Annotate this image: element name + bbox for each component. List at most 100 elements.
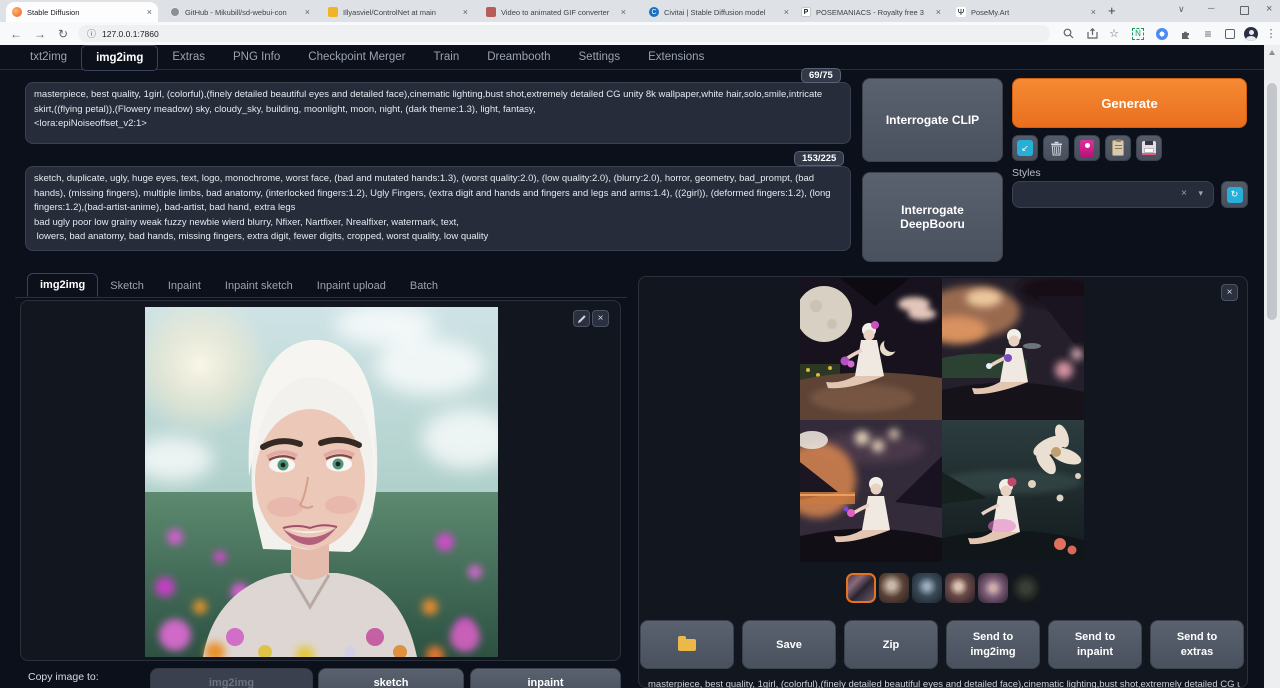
scrollbar-up-arrow[interactable] <box>1269 50 1275 55</box>
reading-list-icon[interactable]: ≡ <box>1200 22 1216 45</box>
extension-blue-icon[interactable] <box>1154 22 1170 45</box>
profile-avatar[interactable] <box>1242 22 1260 45</box>
window-maximize-button[interactable] <box>1240 6 1249 15</box>
tab-txt2img[interactable]: txt2img <box>16 45 81 70</box>
tab-png-info[interactable]: PNG Info <box>219 45 294 70</box>
tab-img2img[interactable]: img2img <box>81 45 158 71</box>
mode-tab-inpaint-sketch[interactable]: Inpaint sketch <box>213 275 305 297</box>
tab-title: GitHub - Mikubill/sd-webui-con <box>185 8 300 17</box>
source-image[interactable] <box>145 307 498 657</box>
tab-search-icon[interactable]: ∨ <box>1178 4 1185 15</box>
mode-tab-img2img[interactable]: img2img <box>27 273 98 297</box>
browser-tab-posemaniacs[interactable]: P POSEMANIACS - Royalty free 3 × <box>795 2 947 22</box>
paste-params-button[interactable]: ↙ <box>1012 135 1038 161</box>
pencil-icon <box>577 314 587 324</box>
save-style-button[interactable] <box>1136 135 1162 161</box>
remove-image-button[interactable]: × <box>592 310 609 327</box>
forward-icon[interactable]: → <box>32 22 48 45</box>
gallery-thumbnail-2[interactable] <box>879 573 909 603</box>
tab-close-icon[interactable]: × <box>305 7 310 17</box>
folder-icon <box>678 639 696 651</box>
gallery-thumbnail-6[interactable] <box>1011 573 1041 603</box>
tab-title: Illyasviel/ControlNet at main <box>343 8 458 17</box>
send-to-extras-button[interactable]: Send to extras <box>1150 620 1244 669</box>
edit-image-button[interactable] <box>573 310 590 327</box>
reload-icon[interactable]: ↻ <box>55 22 71 45</box>
browser-tab-gif-converter[interactable]: Video to animated GIF converter × <box>480 2 632 22</box>
tab-settings[interactable]: Settings <box>565 45 635 70</box>
refresh-styles-button[interactable]: ↻ <box>1221 181 1248 208</box>
zoom-icon[interactable] <box>1060 22 1076 45</box>
address-bar[interactable]: ⓘ 127.0.0.1:7860 <box>78 25 1050 42</box>
mode-tab-inpaint[interactable]: Inpaint <box>156 275 213 297</box>
gallery-image-3[interactable] <box>800 420 942 562</box>
window-minimize-button[interactable]: ─ <box>1208 3 1214 13</box>
clear-styles-icon[interactable]: × <box>1181 188 1187 199</box>
tab-close-icon[interactable]: × <box>463 7 468 17</box>
interrogate-deepbooru-button[interactable]: Interrogate DeepBooru <box>862 172 1003 262</box>
save-button[interactable]: Save <box>742 620 836 669</box>
gallery-image-4[interactable] <box>942 420 1084 562</box>
tab-close-icon[interactable]: × <box>936 7 941 17</box>
browser-tab-controlnet[interactable]: Illyasviel/ControlNet at main × <box>322 2 474 22</box>
negative-prompt-input[interactable]: sketch, duplicate, ugly, huge eyes, text… <box>25 166 851 251</box>
tab-checkpoint-merger[interactable]: Checkpoint Merger <box>294 45 419 70</box>
clear-prompt-button[interactable] <box>1043 135 1069 161</box>
browser-tab-stable-diffusion[interactable]: Stable Diffusion × <box>6 2 158 22</box>
tab-close-icon[interactable]: × <box>784 7 789 17</box>
zip-button[interactable]: Zip <box>844 620 938 669</box>
mode-tab-batch[interactable]: Batch <box>398 275 450 297</box>
copy-to-inpaint-button[interactable]: inpaint <box>470 668 621 688</box>
tab-close-icon[interactable]: × <box>621 7 626 17</box>
tab-extras[interactable]: Extras <box>158 45 219 70</box>
tab-train[interactable]: Train <box>419 45 473 70</box>
page-scrollbar-thumb[interactable] <box>1267 83 1277 320</box>
dropdown-caret-icon[interactable]: ▾ <box>1198 188 1203 199</box>
screen: Stable Diffusion × GitHub - Mikubill/sd-… <box>0 0 1280 688</box>
copy-to-img2img-button: img2img <box>150 668 313 688</box>
gallery-thumbnail-1-selected[interactable] <box>846 573 876 603</box>
extra-networks-card-icon <box>1080 140 1094 157</box>
site-info-icon[interactable]: ⓘ <box>87 27 96 40</box>
gallery-thumbnail-5[interactable] <box>978 573 1008 603</box>
share-icon[interactable] <box>1084 22 1100 45</box>
copy-to-sketch-button[interactable]: sketch <box>318 668 464 688</box>
open-folder-button[interactable] <box>640 620 734 669</box>
tab-extensions[interactable]: Extensions <box>634 45 718 70</box>
stable-diffusion-favicon <box>12 7 22 17</box>
window-close-button[interactable]: × <box>1266 3 1272 15</box>
tab-close-icon[interactable]: × <box>1091 7 1096 17</box>
gallery-image-1[interactable] <box>800 278 942 420</box>
interrogate-clip-button[interactable]: Interrogate CLIP <box>862 78 1003 162</box>
controlnet-favicon <box>328 7 338 17</box>
gallery-thumbnail-3[interactable] <box>912 573 942 603</box>
browser-tab-civitai[interactable]: C Civitai | Stable Diffusion model × <box>643 2 795 22</box>
sidebar-icon[interactable] <box>1222 22 1238 45</box>
mode-tab-inpaint-upload[interactable]: Inpaint upload <box>305 275 398 297</box>
extra-networks-button[interactable] <box>1074 135 1100 161</box>
mode-tab-sketch[interactable]: Sketch <box>98 275 156 297</box>
prompt-input[interactable]: masterpiece, best quality, 1girl, (color… <box>25 82 851 144</box>
styles-dropdown[interactable]: × ▾ <box>1012 181 1214 208</box>
gallery-thumbnail-4[interactable] <box>945 573 975 603</box>
floppy-disk-icon <box>1142 141 1156 155</box>
browser-tab-github[interactable]: GitHub - Mikubill/sd-webui-con × <box>164 2 316 22</box>
tab-close-icon[interactable]: × <box>147 7 152 17</box>
send-to-img2img-button[interactable]: Send to img2img <box>946 620 1040 669</box>
browser-menu-icon[interactable]: ⋮ <box>1264 22 1278 45</box>
bookmark-star-icon[interactable]: ☆ <box>1106 22 1122 45</box>
extensions-puzzle-icon[interactable] <box>1178 22 1194 45</box>
browser-tab-posemyart[interactable]: Ψ PoseMy.Art × <box>950 2 1102 22</box>
posemaniacs-favicon: P <box>801 7 811 17</box>
extension-n-icon[interactable]: N <box>1130 22 1146 45</box>
browser-toolbar: ← → ↻ ⓘ 127.0.0.1:7860 ☆ N ≡ <box>0 22 1280 45</box>
gallery-image-2[interactable] <box>942 278 1084 420</box>
apply-styles-button[interactable] <box>1105 135 1131 161</box>
send-to-inpaint-button[interactable]: Send to inpaint <box>1048 620 1142 669</box>
close-gallery-button[interactable]: × <box>1221 284 1238 301</box>
new-tab-button[interactable]: + <box>1108 3 1116 18</box>
tab-dreambooth[interactable]: Dreambooth <box>473 45 564 70</box>
generate-button[interactable]: Generate <box>1012 78 1247 128</box>
back-icon[interactable]: ← <box>8 22 24 45</box>
civitai-favicon: C <box>649 7 659 17</box>
